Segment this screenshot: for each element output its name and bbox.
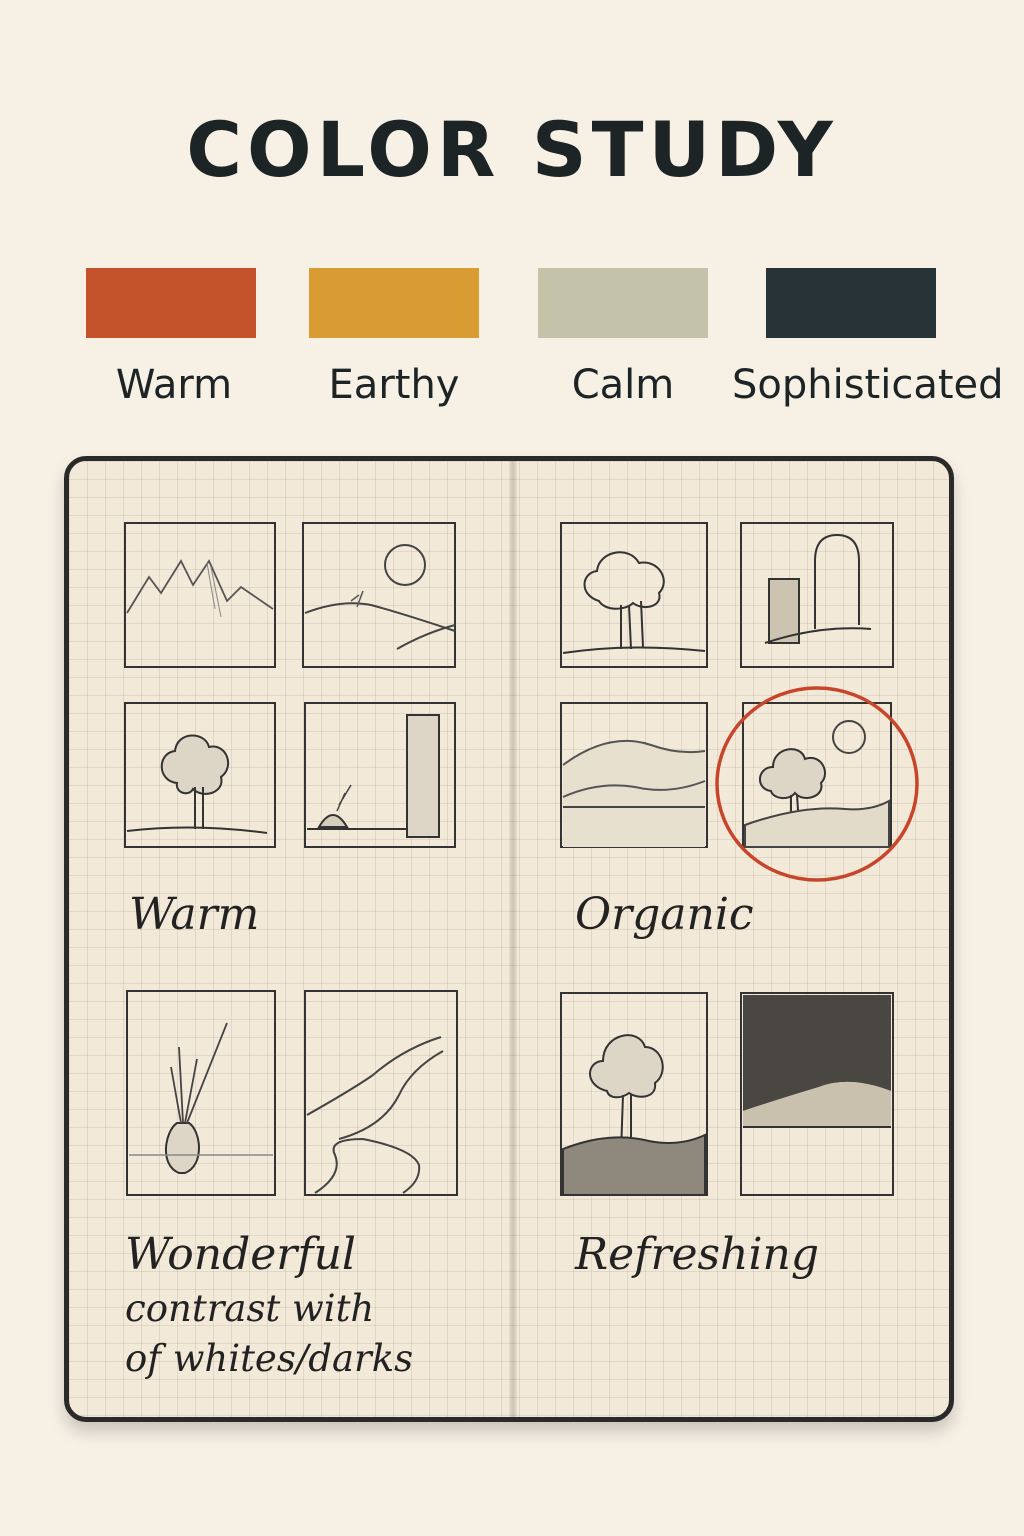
sketch-sun-hills — [301, 521, 457, 669]
sketch-notebook: Warm Wonderful contrast with of whites/d… — [64, 456, 954, 1422]
label-refreshing: Refreshing — [575, 1229, 820, 1280]
label-warm: Warm — [129, 889, 260, 940]
sketch-tree-bush — [559, 521, 709, 669]
label-organic: Organic — [575, 889, 754, 940]
sketch-block-arch — [739, 521, 895, 669]
note-wonderful-line-1: Wonderful — [125, 1229, 356, 1280]
highlight-circle — [715, 686, 919, 882]
sketch-tree — [123, 701, 277, 849]
sketch-winding-road — [303, 989, 459, 1197]
sketch-mountains — [123, 521, 277, 669]
notebook-spine — [509, 461, 517, 1417]
swatch-label-earthy: Earthy — [328, 362, 460, 408]
sketch-tree-dark-ground — [559, 991, 709, 1197]
note-wonderful-line-2: contrast with — [125, 1287, 375, 1330]
swatch-sophisticated — [766, 268, 936, 338]
note-wonderful-line-3: of whites/darks — [125, 1337, 414, 1380]
swatch-label-calm: Calm — [571, 362, 675, 408]
swatch-earthy — [309, 268, 479, 338]
sketch-grass-vase — [125, 989, 277, 1197]
swatch-warm — [86, 268, 256, 338]
sketch-hills — [559, 701, 709, 849]
swatch-label-warm: Warm — [115, 362, 233, 408]
sketch-figure-pillar — [303, 701, 457, 849]
swatch-calm — [538, 268, 708, 338]
page-title: COLOR STUDY — [186, 105, 838, 194]
swatch-label-sophisticated: Sophisticated — [732, 362, 1004, 408]
sketch-dark-sky-hills — [739, 991, 895, 1197]
